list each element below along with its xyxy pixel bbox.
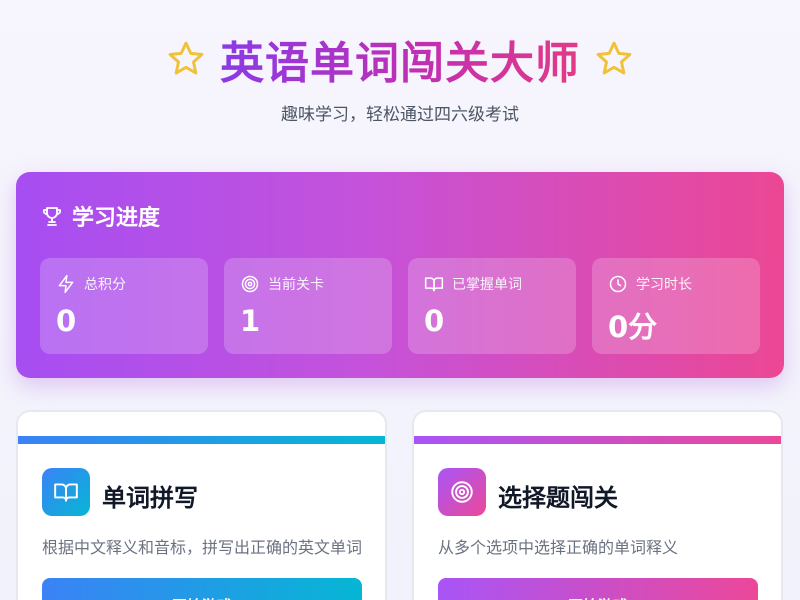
target-icon bbox=[438, 468, 486, 516]
game-title: 选择题闯关 bbox=[498, 484, 618, 512]
page-subtitle: 趣味学习，轻松通过四六级考试 bbox=[281, 105, 519, 125]
stat-study-time: 学习时长 0分 bbox=[592, 258, 760, 354]
start-game-button[interactable]: 开始游戏 bbox=[42, 578, 362, 600]
target-icon bbox=[240, 274, 260, 294]
card-accent-bar bbox=[414, 436, 781, 444]
stat-label: 已掌握单词 bbox=[452, 277, 522, 293]
clock-icon bbox=[608, 274, 628, 294]
book-icon bbox=[42, 468, 90, 516]
progress-title: 学习进度 bbox=[72, 206, 161, 231]
stat-label: 当前关卡 bbox=[268, 277, 324, 293]
book-icon bbox=[424, 274, 444, 294]
star-icon bbox=[166, 39, 206, 79]
stat-value: 1 bbox=[240, 304, 261, 338]
game-title: 单词拼写 bbox=[102, 484, 198, 512]
app-header: 英语单词闯关大师 趣味学习，轻松通过四六级考试 bbox=[0, 30, 800, 125]
stat-value: 0分 bbox=[608, 310, 658, 344]
start-game-button[interactable]: 开始游戏 bbox=[438, 578, 758, 600]
stat-label: 总积分 bbox=[84, 277, 126, 293]
stat-current-level: 当前关卡 1 bbox=[224, 258, 392, 354]
game-card-quiz[interactable]: 选择题闯关 从多个选项中选择正确的单词释义 开始游戏 bbox=[412, 410, 783, 600]
game-description: 从多个选项中选择正确的单词释义 bbox=[438, 538, 679, 557]
lightning-icon bbox=[56, 274, 76, 294]
progress-heading: 学习进度 bbox=[40, 200, 160, 232]
stat-total-score: 总积分 0 bbox=[40, 258, 208, 354]
trophy-icon bbox=[40, 204, 64, 228]
stat-value: 0 bbox=[424, 304, 445, 338]
card-accent-bar bbox=[18, 436, 385, 444]
game-description: 根据中文释义和音标，拼写出正确的英文单词 bbox=[42, 538, 363, 557]
star-icon bbox=[594, 39, 634, 79]
page-title: 英语单词闯关大师 bbox=[220, 27, 580, 91]
progress-card: 学习进度 总积分 0 当前关卡 1 已掌握单词 0 学习时长 0分 bbox=[16, 172, 784, 378]
stat-label: 学习时长 bbox=[636, 277, 692, 293]
game-card-spelling[interactable]: 单词拼写 根据中文释义和音标，拼写出正确的英文单词 开始游戏 bbox=[16, 410, 387, 600]
stat-value: 0 bbox=[56, 304, 77, 338]
title-row: 英语单词闯关大师 bbox=[0, 27, 800, 91]
stat-mastered-words: 已掌握单词 0 bbox=[408, 258, 576, 354]
